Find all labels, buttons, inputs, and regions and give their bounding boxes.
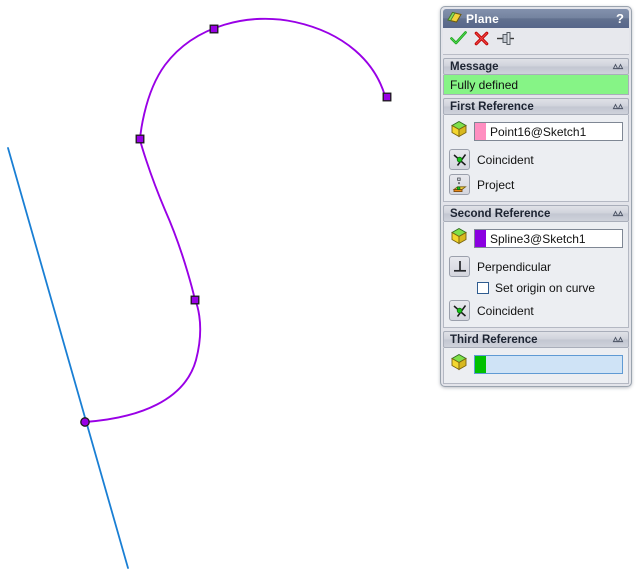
panel-titlebar[interactable]: Plane ? — [443, 9, 629, 28]
third-reference-value — [486, 356, 622, 373]
set-origin-on-curve-row[interactable]: Set origin on curve — [477, 281, 623, 295]
section-title: First Reference — [450, 100, 534, 113]
section-body-third-reference — [443, 348, 629, 384]
constraint-coincident-second[interactable]: Coincident — [449, 300, 623, 321]
third-reference-selection-row — [449, 352, 623, 377]
coincident-icon[interactable] — [449, 300, 470, 321]
reflection-fade-overlay — [440, 452, 632, 571]
pushpin-icon[interactable] — [496, 31, 515, 51]
checkbox-label: Set origin on curve — [495, 281, 596, 295]
constraint-perpendicular[interactable]: Perpendicular — [449, 256, 623, 277]
chevron-up-icon[interactable]: ▵▵ — [613, 61, 623, 72]
sketch-canvas[interactable] — [0, 0, 438, 571]
plane-cube-icon — [449, 352, 469, 377]
second-reference-field[interactable]: Spline3@Sketch1 — [474, 229, 623, 248]
status-badge: Fully defined — [444, 75, 628, 94]
graphics-viewport[interactable] — [0, 0, 438, 571]
spline-control-points[interactable] — [80, 24, 392, 427]
second-reference-value: Spline3@Sketch1 — [490, 232, 586, 246]
handle-mid-lower[interactable] — [190, 295, 200, 305]
help-button[interactable]: ? — [616, 12, 624, 25]
color-swatch — [475, 230, 486, 247]
plane-property-manager: Plane ? Message ▵▵ Fully defined First R… — [440, 6, 632, 387]
section-body-first-reference: Point16@Sketch1 Coincident Project — [443, 115, 629, 202]
constraint-label: Perpendicular — [477, 259, 552, 274]
color-swatch — [475, 123, 486, 140]
section-first-reference: First Reference ▵▵ Point16@Sketch1 Coinc… — [443, 98, 629, 202]
section-header-message[interactable]: Message ▵▵ — [443, 58, 629, 75]
red-x-icon[interactable] — [474, 31, 489, 51]
constraint-label: Coincident — [477, 303, 534, 318]
section-body-message: Fully defined — [443, 75, 629, 95]
section-message: Message ▵▵ Fully defined — [443, 58, 629, 95]
section-title: Message — [450, 60, 499, 73]
handle-upper[interactable] — [209, 24, 219, 34]
section-header-first-reference[interactable]: First Reference ▵▵ — [443, 98, 629, 115]
endpoint-lower[interactable] — [80, 417, 90, 427]
endpoint-right[interactable] — [382, 92, 392, 102]
constraint-project[interactable]: Project — [449, 174, 623, 195]
chevron-up-icon[interactable]: ▵▵ — [613, 334, 623, 345]
third-reference-field[interactable] — [474, 355, 623, 374]
section-second-reference: Second Reference ▵▵ Spline3@Sketch1 Perp… — [443, 205, 629, 328]
section-header-second-reference[interactable]: Second Reference ▵▵ — [443, 205, 629, 222]
construction-line[interactable] — [7, 147, 129, 569]
panel-title: Plane — [466, 11, 500, 26]
plane-cube-icon — [449, 119, 469, 144]
plane-cube-icon — [449, 226, 469, 251]
plane-icon — [447, 11, 462, 27]
second-reference-selection-row: Spline3@Sketch1 — [449, 226, 623, 251]
section-third-reference: Third Reference ▵▵ — [443, 331, 629, 384]
coincident-icon[interactable] — [449, 149, 470, 170]
first-reference-value: Point16@Sketch1 — [490, 125, 587, 139]
constraint-label: Coincident — [477, 152, 534, 167]
chevron-up-icon[interactable]: ▵▵ — [613, 208, 623, 219]
section-header-third-reference[interactable]: Third Reference ▵▵ — [443, 331, 629, 348]
color-swatch — [475, 356, 486, 373]
panel-reflection: Plane ? Message — [440, 452, 632, 571]
section-body-second-reference: Spline3@Sketch1 Perpendicular Set origin… — [443, 222, 629, 328]
chevron-up-icon[interactable]: ▵▵ — [613, 101, 623, 112]
first-reference-field[interactable]: Point16@Sketch1 — [474, 122, 623, 141]
handle-mid-upper[interactable] — [135, 134, 145, 144]
project-icon[interactable] — [449, 174, 470, 195]
constraint-label: Project — [477, 177, 515, 192]
set-origin-on-curve-checkbox[interactable] — [477, 282, 489, 294]
first-reference-selection-row: Point16@Sketch1 — [449, 119, 623, 144]
panel-toolbar — [443, 28, 629, 55]
section-title: Second Reference — [450, 207, 551, 220]
green-check-icon[interactable] — [450, 31, 467, 51]
perpendicular-icon[interactable] — [449, 256, 470, 277]
section-title: Third Reference — [450, 333, 538, 346]
spline-curve[interactable] — [84, 17, 386, 423]
constraint-coincident-first[interactable]: Coincident — [449, 149, 623, 170]
